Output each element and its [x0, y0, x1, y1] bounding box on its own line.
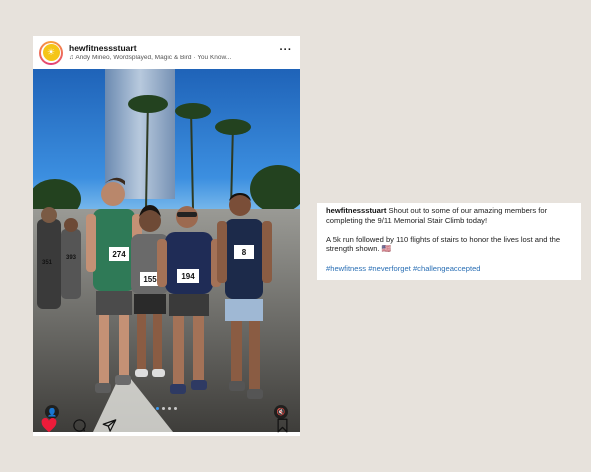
post-photo[interactable]: 274 155 194 8 351 393 👤 🔇: [33, 69, 300, 432]
instagram-post: ☀ hewfitnessstuart ♫ Andy Mineo, Wordspl…: [33, 36, 300, 436]
carousel-dot[interactable]: [162, 407, 165, 410]
caption-panel: hewfitnessstuart Shout out to some of ou…: [317, 203, 581, 280]
post-actions: [41, 417, 290, 433]
bib-number: 351: [42, 260, 53, 266]
bib-number: 393: [66, 255, 77, 261]
bib-number: 8: [242, 248, 247, 257]
audio-track[interactable]: ♫ Andy Mineo, Wordsplayed, Magic & Bird …: [69, 55, 274, 62]
sun-logo-icon: ☀: [42, 44, 60, 61]
share-icon[interactable]: [101, 417, 117, 433]
more-options-button[interactable]: ···: [280, 44, 293, 56]
comment-icon[interactable]: [71, 417, 87, 433]
photo-scene: 274 155 194 8 351 393: [33, 69, 300, 432]
caption-hashtags[interactable]: #hewfitness #neverforget #challengeaccep…: [326, 264, 572, 274]
avatar[interactable]: ☀: [39, 40, 63, 65]
carousel-dot[interactable]: [174, 407, 177, 410]
carousel-dot[interactable]: [156, 407, 159, 410]
bib-number: 194: [181, 272, 195, 281]
bib-number: 274: [112, 250, 126, 259]
caption-text-2: A 5k run followed by 110 flights of stai…: [326, 234, 561, 254]
bookmark-icon[interactable]: [274, 417, 290, 433]
post-header: ☀ hewfitnessstuart ♫ Andy Mineo, Wordspl…: [33, 36, 300, 69]
post-username[interactable]: hewfitnessstuart: [69, 44, 274, 53]
carousel-indicator: [33, 407, 300, 410]
carousel-dot[interactable]: [168, 407, 171, 410]
caption-username[interactable]: hewfitnessstuart: [326, 206, 386, 215]
heart-icon[interactable]: [41, 417, 57, 433]
bib-number: 155: [143, 275, 157, 284]
caption-paragraph: hewfitnessstuart Shout out to some of ou…: [326, 206, 572, 225]
